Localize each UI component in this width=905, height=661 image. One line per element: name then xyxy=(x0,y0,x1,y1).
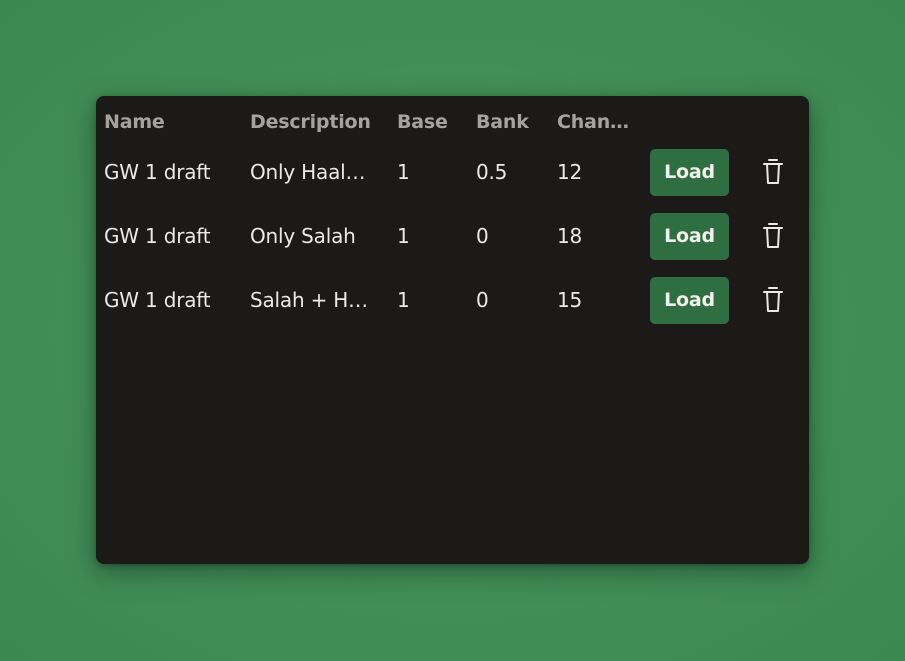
table-row: GW 1 draft Salah + H… 1 0 15 Load xyxy=(96,268,809,332)
cell-name: GW 1 draft xyxy=(104,160,211,184)
load-button[interactable]: Load xyxy=(650,148,729,196)
trash-icon[interactable] xyxy=(761,158,785,186)
cell-name: GW 1 draft xyxy=(104,224,211,248)
load-button[interactable]: Load xyxy=(650,212,729,260)
cell-changes: 15 xyxy=(557,288,583,312)
cell-bank: 0 xyxy=(476,288,489,312)
load-button[interactable]: Load xyxy=(650,276,729,324)
trash-icon[interactable] xyxy=(761,286,785,314)
cell-bank: 0.5 xyxy=(476,160,508,184)
column-header-changes: Chan… xyxy=(557,111,629,133)
cell-bank: 0 xyxy=(476,224,489,248)
table-header-row: Name Description Base Bank Chan… xyxy=(96,104,809,140)
cell-name: GW 1 draft xyxy=(104,288,211,312)
cell-base: 1 xyxy=(397,160,410,184)
table-row: GW 1 draft Only Haal… 1 0.5 12 Load xyxy=(96,140,809,204)
cell-description: Only Haal… xyxy=(250,160,366,184)
column-header-description: Description xyxy=(250,111,371,133)
cell-description: Only Salah xyxy=(250,224,356,248)
column-header-bank: Bank xyxy=(476,111,529,133)
drafts-table: Name Description Base Bank Chan… GW 1 dr… xyxy=(96,104,809,332)
cell-changes: 12 xyxy=(557,160,583,184)
saved-drafts-panel: Name Description Base Bank Chan… GW 1 dr… xyxy=(96,96,809,564)
column-header-base: Base xyxy=(397,111,448,133)
cell-changes: 18 xyxy=(557,224,583,248)
trash-icon[interactable] xyxy=(761,222,785,250)
column-header-name: Name xyxy=(104,111,165,133)
table-row: GW 1 draft Only Salah 1 0 18 Load xyxy=(96,204,809,268)
cell-base: 1 xyxy=(397,224,410,248)
cell-description: Salah + H… xyxy=(250,288,368,312)
cell-base: 1 xyxy=(397,288,410,312)
